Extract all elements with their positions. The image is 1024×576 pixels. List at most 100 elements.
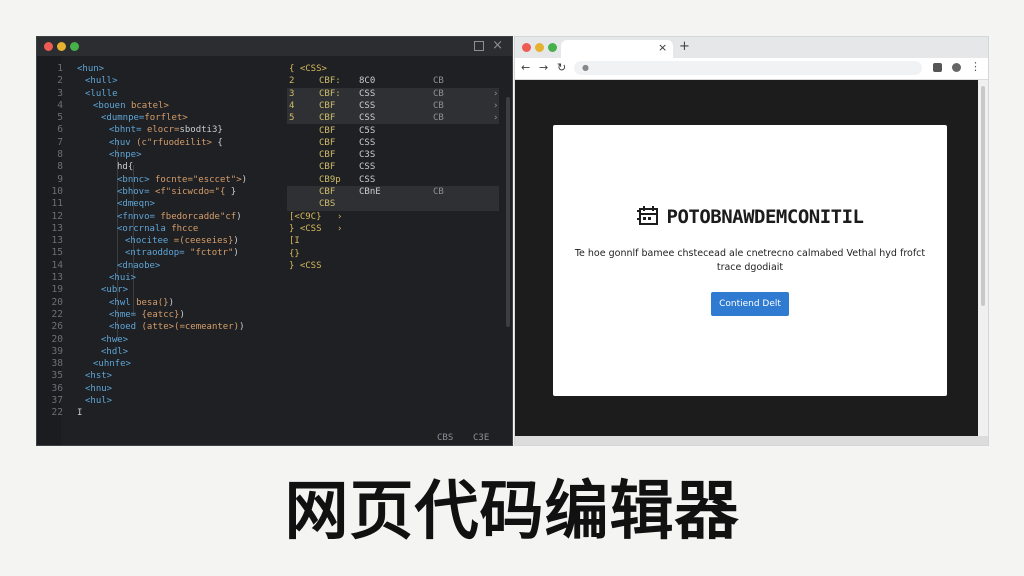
code-line[interactable]: 4 <bouen bcatel>	[37, 100, 287, 112]
site-info-icon[interactable]: ●	[582, 61, 589, 75]
code-line[interactable]: 19 <ubr>	[37, 284, 287, 296]
address-bar[interactable]: ●	[574, 61, 922, 75]
code-line[interactable]: 6 <bhnt= elocr=sbodti3}	[37, 124, 287, 136]
css-value: CSS	[359, 113, 376, 124]
code-token: <hwe>	[101, 334, 129, 345]
calendar-icon	[636, 206, 658, 225]
code-line[interactable]: 11 <dmeqn>	[37, 198, 287, 210]
code-line[interactable]: 7 <huv (c"rfuodeilit> {	[37, 137, 287, 149]
code-line[interactable]: 10 <bhov= <f"sicwcdo="{ }	[37, 186, 287, 198]
menu-icon[interactable]: ⋮	[970, 60, 981, 74]
code-line[interactable]: 38 <uhnfe>	[37, 358, 287, 370]
card-action-button[interactable]: Contiend Delt	[711, 292, 789, 316]
minimize-window-button[interactable]	[57, 42, 66, 51]
line-number: 3	[57, 87, 63, 99]
code-token: <hull>	[85, 76, 118, 87]
css-brace: [I	[289, 236, 300, 247]
code-line[interactable]: 13 <hui>	[37, 272, 287, 284]
line-number: 8	[57, 161, 63, 173]
profile-icon[interactable]	[952, 63, 961, 72]
code-line[interactable]: 26 <hoed (atte>(=cemeanter))	[37, 321, 287, 333]
css-expand-arrow[interactable]: ›	[493, 100, 498, 112]
reload-icon[interactable]: ↻	[557, 61, 566, 75]
code-line[interactable]: 2 <hull>	[37, 75, 287, 87]
code-line[interactable]: 20 <hwl besa(})	[37, 297, 287, 309]
forward-icon[interactable]: →	[539, 61, 548, 75]
code-line[interactable]: 36 <hnu>	[37, 383, 287, 395]
css-rule-row[interactable]: 2 CBF: 8C0 CB	[287, 75, 499, 87]
code-text: <uhnfe>	[93, 358, 131, 370]
code-line[interactable]: 8 <hnpe>	[37, 149, 287, 161]
code-line[interactable]: 15 <ntraoddop= "fctotr")	[37, 247, 287, 259]
code-token: <hst>	[85, 371, 113, 382]
css-rule-row[interactable]: CBF CBnE CB	[287, 186, 499, 199]
css-expand-arrow[interactable]: ›	[493, 88, 498, 100]
browser-toolbar: ← → ↻ ● ⋮	[515, 58, 988, 80]
browser-tab[interactable]	[561, 40, 673, 58]
code-token: <uhnfe>	[93, 359, 131, 370]
css-code-pane[interactable]: { <CSS> 2 CBF: 8C0 CB 3 CBF: CSS CB › 4 CBF CSS CB › 5…	[287, 63, 512, 271]
code-token: <hnpe>	[109, 150, 142, 161]
code-line[interactable]: 12 <fnnvo= fbedorcadde"cf)	[37, 211, 287, 223]
maximize-window-button[interactable]	[70, 42, 79, 51]
line-number: 36	[51, 382, 63, 394]
editor-scrollbar[interactable]	[506, 97, 510, 327]
css-rule-row[interactable]: CBF C5S	[287, 125, 499, 137]
code-line[interactable]: 14 <dnaobe>	[37, 260, 287, 272]
card-heading: POTOBNAWDEMCONITIL	[553, 206, 947, 228]
css-expand-arrow[interactable]: ›	[493, 112, 498, 124]
code-text: <huv (c"rfuodeilit> {	[109, 137, 223, 149]
new-tab-icon[interactable]: +	[679, 39, 690, 55]
css-rule-row[interactable]: 4 CBF CSS CB ›	[287, 99, 499, 113]
code-line[interactable]: 35 <hst>	[37, 370, 287, 382]
code-text: <hul>	[85, 395, 112, 407]
code-text: <hwe>	[101, 334, 128, 346]
line-number: 37	[51, 395, 63, 407]
line-number: 2	[57, 75, 63, 87]
split-view-icon[interactable]	[474, 41, 484, 51]
css-rule-row[interactable]: CBF CSS	[287, 161, 499, 173]
css-rule-row[interactable]: CBF C3S	[287, 149, 499, 161]
css-rule-row[interactable]: CBS	[287, 198, 499, 211]
code-text: <bouen bcatel>	[93, 100, 169, 112]
code-line[interactable]: 22 <hme= {eatcc})	[37, 309, 287, 321]
maximize-window-button[interactable]	[548, 43, 557, 52]
css-header: { <CSS>	[289, 64, 327, 74]
code-line[interactable]: 9 <bnnc> focnte="esccet">)	[37, 174, 287, 186]
css-rule-row[interactable]: 5 CBF CSS CB ›	[287, 112, 499, 125]
code-editor-window: × 1 <hun> 2 <hull> 3 <lulle 4 <bouen bcatel> 5 <d…	[36, 36, 513, 446]
code-line[interactable]: 5 <dumnpe=forflet>	[37, 112, 287, 124]
code-line[interactable]: 13 <orcrnala fhcce	[37, 223, 287, 235]
close-window-button[interactable]	[522, 43, 531, 52]
code-line[interactable]: 37 <hul>	[37, 395, 287, 407]
css-marker: CB	[433, 76, 444, 87]
css-selector: CBF	[319, 162, 336, 173]
back-icon[interactable]: ←	[521, 61, 530, 75]
css-rule-row[interactable]: CBF CSS	[287, 137, 499, 149]
code-line[interactable]: 8 hd{	[37, 161, 287, 173]
code-line[interactable]: 3 <lulle	[37, 88, 287, 100]
code-line[interactable]: 13 <hocitee =(ceeseies})	[37, 235, 287, 247]
html-code-pane[interactable]: 1 <hun> 2 <hull> 3 <lulle 4 <bouen bcatel> 5 <dum…	[37, 63, 287, 420]
code-token: (atte>(=cemeanter)	[141, 322, 240, 333]
css-selector: CB9p	[319, 174, 341, 185]
code-line[interactable]: 1 <hun>	[37, 63, 287, 75]
code-line[interactable]: 20 <hwe>	[37, 334, 287, 346]
css-rule-row[interactable]: 3 CBF: CSS CB ›	[287, 87, 499, 100]
minimize-window-button[interactable]	[535, 43, 544, 52]
code-text: <dmeqn>	[117, 198, 155, 210]
close-icon[interactable]: ×	[492, 38, 503, 54]
extension-icon[interactable]	[933, 63, 942, 72]
code-line[interactable]: 22 I	[37, 407, 287, 419]
css-marker: CB	[433, 88, 444, 99]
code-text: <hun>	[77, 63, 104, 75]
css-rule-row[interactable]: CB9p CSS	[287, 174, 499, 186]
browser-scrollbar[interactable]	[978, 80, 988, 438]
line-number: 13	[51, 235, 63, 247]
code-line[interactable]: 39 <hdl>	[37, 346, 287, 358]
code-token: <lulle	[85, 88, 118, 99]
close-tab-icon[interactable]: ×	[658, 41, 667, 55]
code-token: hd{	[117, 162, 134, 173]
code-token: )	[236, 211, 242, 222]
close-window-button[interactable]	[44, 42, 53, 51]
